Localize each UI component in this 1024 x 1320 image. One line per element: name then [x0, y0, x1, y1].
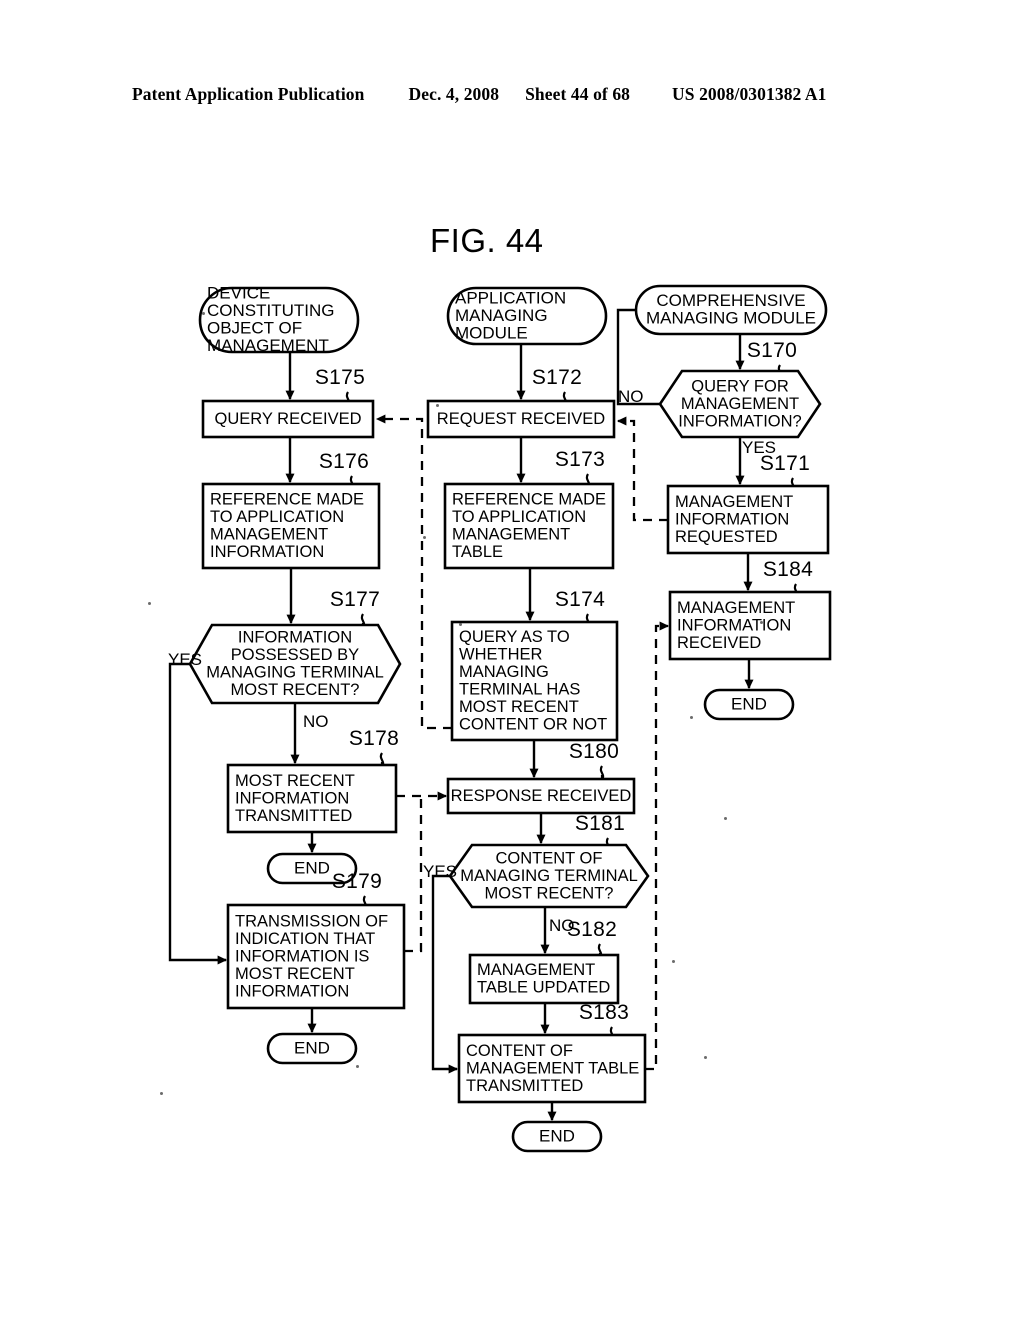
scan-speck-4 — [690, 716, 693, 719]
connector-c-s171-s172 — [616, 416, 668, 522]
scan-speck-3 — [436, 404, 439, 407]
connector-c-s181-yes — [431, 874, 459, 1074]
connector-c-s177-yes — [168, 662, 228, 965]
flowchart-diagram: DEVICE CONSTITUTING OBJECT OF MANAGEMENTAPP… — [168, 284, 832, 1153]
connector-c-s183-s184 — [645, 621, 670, 1071]
step-number-s178: S178 — [349, 727, 399, 750]
step-number-s180: S180 — [569, 740, 619, 763]
branch-label-s170-yes: YES — [742, 438, 776, 457]
step-number-s173: S173 — [555, 448, 605, 471]
patent-figure-page: Patent Application Publication Dec. 4, 2… — [0, 0, 1024, 1320]
branch-label-s177-no: NO — [303, 712, 329, 731]
step-number-s184: S184 — [763, 558, 813, 581]
step-number-s181: S181 — [575, 812, 625, 835]
node-layer: DEVICE CONSTITUTING OBJECT OF MANAGEMENTAPP… — [188, 284, 832, 1153]
terminal-label-end-s179: END — [294, 1038, 330, 1057]
scan-speck-11 — [672, 960, 675, 963]
step-text-s175: QUERY RECEIVED — [214, 410, 361, 428]
step-text-s172: REQUEST RECEIVED — [437, 410, 605, 428]
connector-c-s179-s180 — [404, 796, 423, 953]
scan-speck-5 — [724, 817, 727, 820]
branch-label-s177-yes: YES — [168, 650, 202, 669]
step-number-s175: S175 — [315, 366, 365, 389]
branch-label-s170-no: NO — [618, 387, 644, 406]
terminal-label-t-comprehensive: COMPREHENSIVE MANAGING MODULE — [646, 291, 816, 328]
step-number-s176: S176 — [319, 450, 369, 473]
step-number-s170: S170 — [747, 339, 797, 362]
step-number-s174: S174 — [555, 588, 605, 611]
scan-speck-1 — [202, 312, 205, 315]
step-number-s183: S183 — [579, 1001, 629, 1024]
terminal-label-end-s183: END — [539, 1126, 575, 1145]
scan-speck-10 — [423, 536, 426, 539]
step-text-s171: MANAGEMENT INFORMATION REQUESTED — [675, 493, 793, 546]
step-number-s179: S179 — [332, 870, 382, 893]
scan-speck-8 — [160, 1092, 163, 1095]
branch-label-s181-no: NO — [549, 916, 575, 935]
scan-speck-2 — [459, 623, 462, 626]
step-text-s180: RESPONSE RECEIVED — [451, 787, 632, 805]
step-text-s178: MOST RECENT INFORMATION TRANSMITTED — [235, 772, 355, 825]
step-number-s177: S177 — [330, 588, 380, 611]
terminal-label-end-s178: END — [294, 858, 330, 877]
scan-speck-6 — [356, 1065, 359, 1068]
branch-label-s181-yes: YES — [423, 862, 457, 881]
step-number-s172: S172 — [532, 366, 582, 389]
scan-speck-0 — [148, 602, 151, 605]
scan-speck-9 — [760, 621, 763, 624]
terminal-label-end-s184: END — [731, 694, 767, 713]
step-text-s170: QUERY FOR MANAGEMENT INFORMATION? — [678, 377, 801, 430]
scan-speck-7 — [704, 1056, 707, 1059]
step-text-s182: MANAGEMENT TABLE UPDATED — [477, 961, 610, 997]
